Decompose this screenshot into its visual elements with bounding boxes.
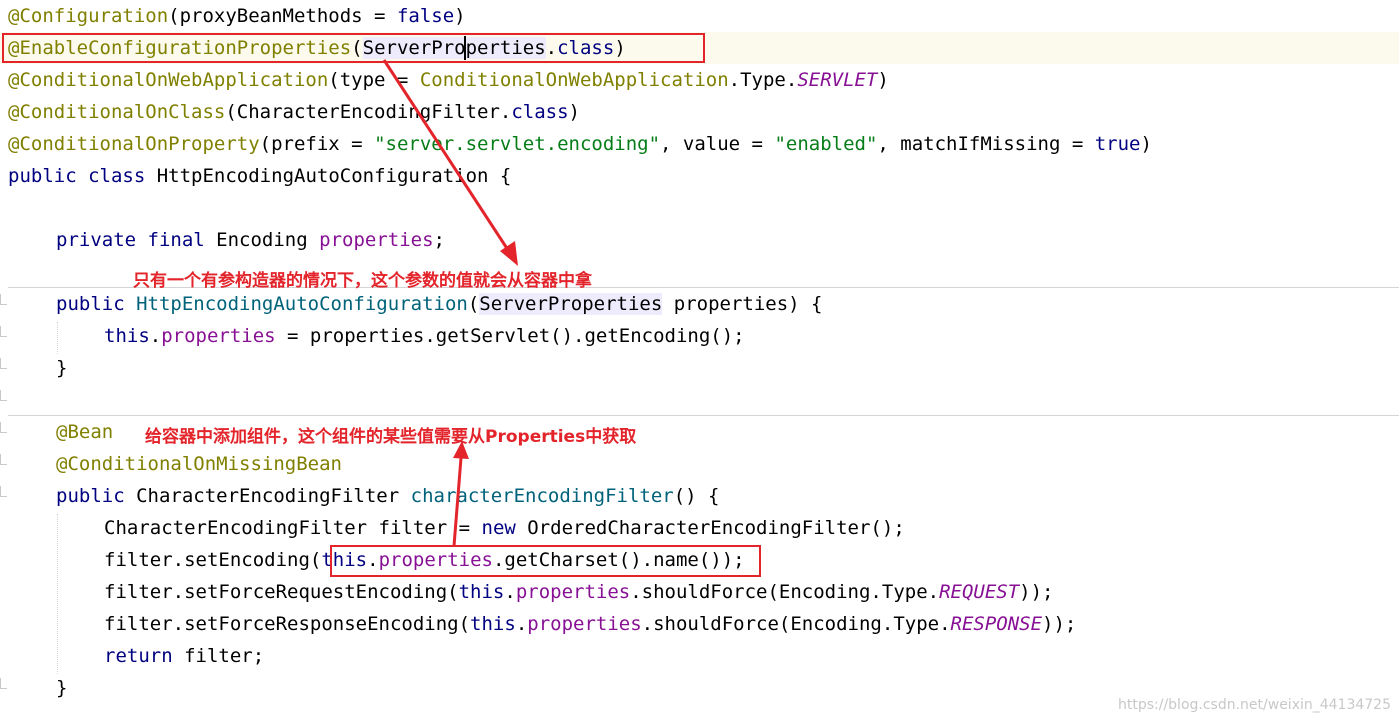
arrow-to-constructor-note: [382, 59, 510, 251]
arrow-head-icon: [453, 441, 469, 459]
annotation-arrows: [382, 59, 518, 547]
code-editor[interactable]: @Configuration(proxyBeanMethods = false)…: [0, 0, 1399, 721]
arrow-to-bean-note: [452, 457, 463, 547]
arrow-head-icon: [500, 241, 518, 266]
watermark: https://blog.csdn.net/weixin_44134725: [1117, 697, 1391, 713]
